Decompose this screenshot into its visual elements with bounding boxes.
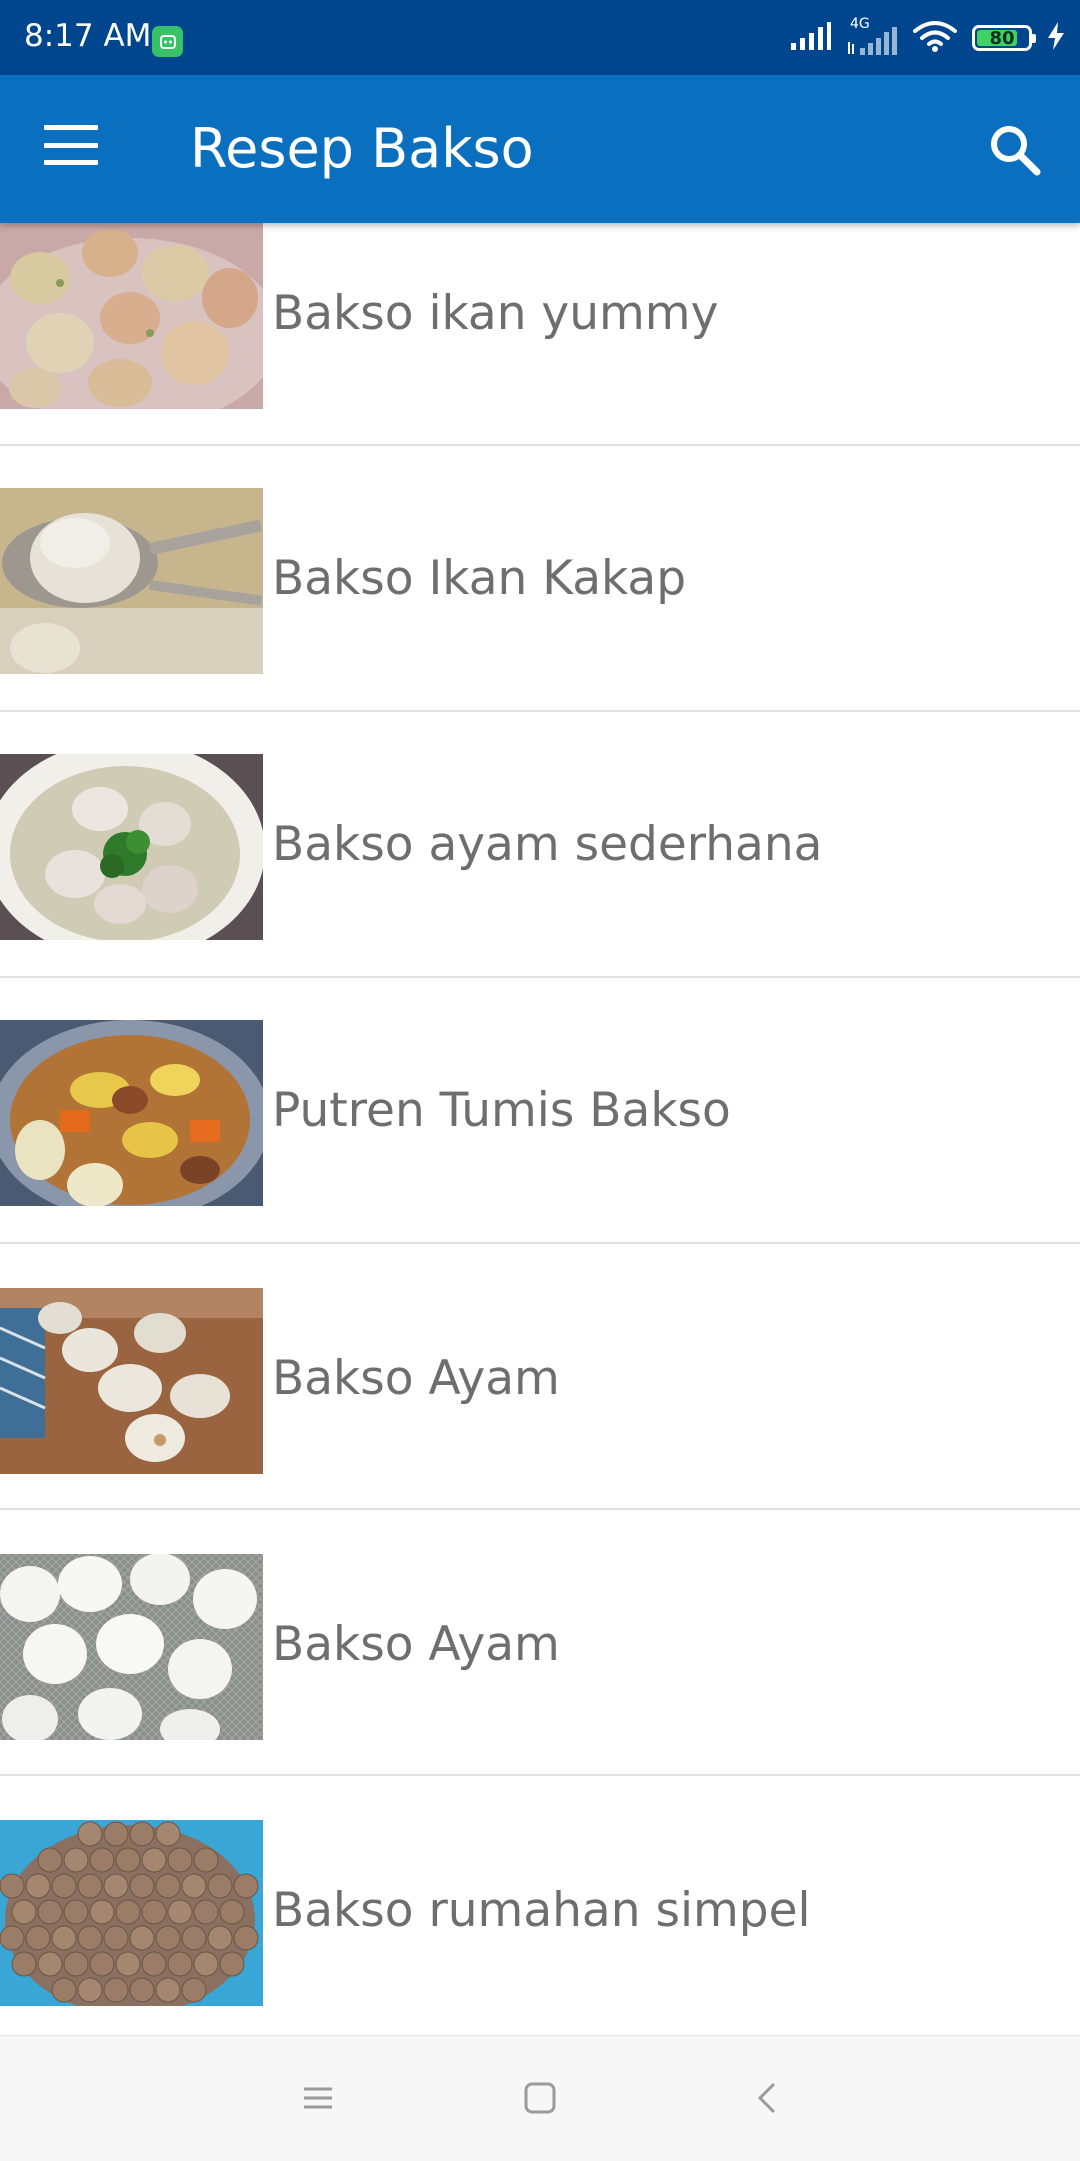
battery-icon: 80 [972, 25, 1036, 51]
recipe-title: Bakso Ayam [272, 1617, 560, 1672]
recipe-title: Bakso ikan yummy [272, 286, 719, 341]
recipe-list: Bakso ikan yummy Bakso Ikan Kakap Bakso … [0, 223, 1080, 2035]
list-item[interactable]: Bakso ikan yummy [0, 223, 1080, 446]
list-item[interactable]: Bakso Ikan Kakap [0, 446, 1080, 712]
back-icon[interactable] [746, 2076, 790, 2120]
chicken-meatball-soup-photo [0, 754, 263, 940]
battery-level: 80 [989, 27, 1015, 49]
signal-icon [790, 21, 832, 55]
recipe-title: Bakso Ayam [272, 1351, 560, 1406]
app-notification-icon [152, 26, 183, 57]
white-chicken-meatballs-photo [0, 1554, 263, 1740]
snapper-meatball-spoon-photo [0, 488, 263, 674]
list-item[interactable]: Bakso ayam sederhana [0, 712, 1080, 978]
signal-4g-icon: 4G [846, 16, 898, 56]
status-time: 8:17 AM [24, 18, 152, 54]
homemade-meatballs-bowl-photo [0, 1820, 263, 2006]
recipe-title: Bakso ayam sederhana [272, 817, 823, 872]
list-item[interactable]: Bakso Ayam [0, 1244, 1080, 1510]
wifi-icon [912, 19, 958, 57]
page-title: Resep Bakso [190, 117, 534, 180]
list-item[interactable]: Bakso Ayam [0, 1510, 1080, 1776]
fish-meatballs-photo [0, 223, 263, 409]
app-bar: Resep Bakso [0, 75, 1080, 223]
search-icon[interactable] [988, 123, 1042, 177]
chicken-meatballs-board-photo [0, 1288, 263, 1474]
status-icons: 4G 80 [790, 16, 1066, 60]
recipe-title: Bakso Ikan Kakap [272, 551, 687, 606]
recipe-title: Putren Tumis Bakso [272, 1083, 731, 1138]
status-bar: 8:17 AM 4G 80 [0, 0, 1080, 75]
recipe-title: Bakso rumahan simpel [272, 1883, 811, 1938]
home-icon[interactable] [518, 2076, 562, 2120]
stir-fry-meatball-photo [0, 1020, 263, 1206]
list-item[interactable]: Bakso rumahan simpel [0, 1776, 1080, 2035]
list-item[interactable]: Putren Tumis Bakso [0, 978, 1080, 1244]
recent-apps-icon[interactable] [296, 2076, 340, 2120]
charging-icon [1046, 21, 1066, 55]
system-nav-bar [0, 2035, 1080, 2161]
hamburger-menu-icon[interactable] [44, 125, 98, 165]
